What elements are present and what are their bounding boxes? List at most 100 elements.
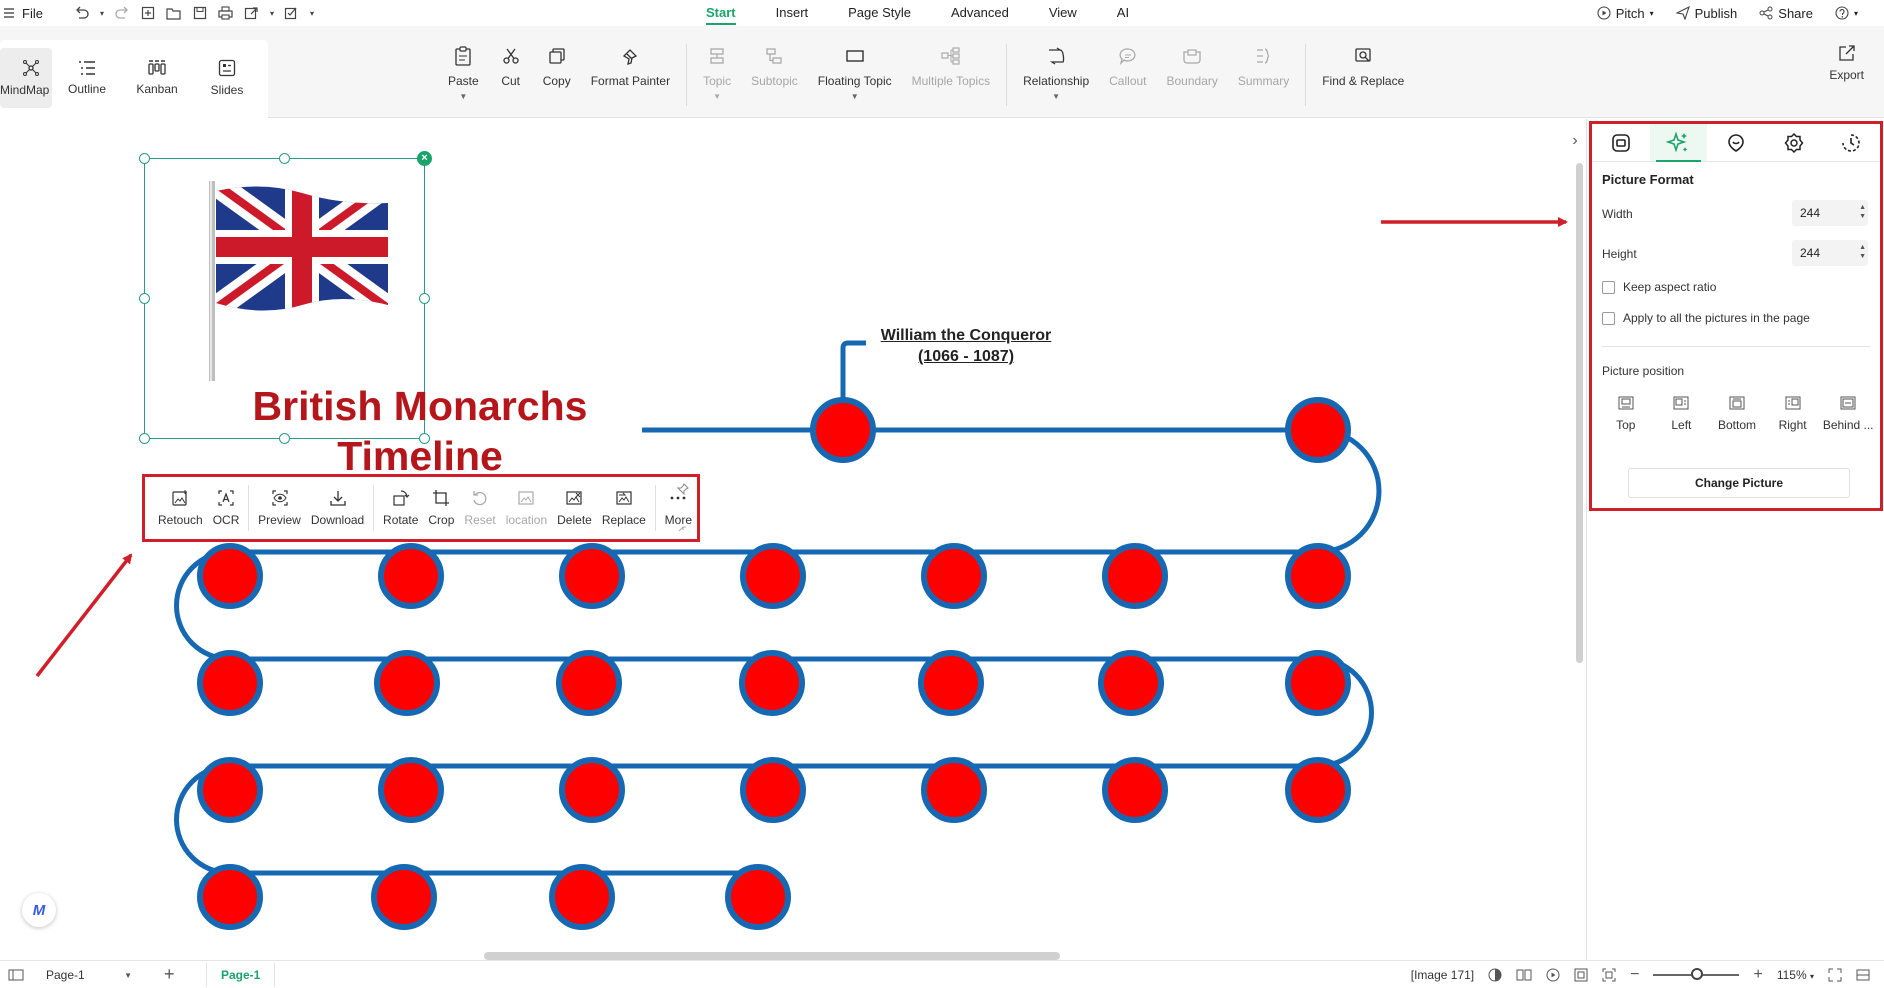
- callout-button[interactable]: Callout: [1099, 44, 1156, 88]
- timeline-node[interactable]: [918, 650, 984, 716]
- timeline-node[interactable]: [197, 650, 263, 716]
- timeline-node[interactable]: [371, 864, 437, 930]
- new-icon[interactable]: [137, 2, 159, 24]
- rotate-button[interactable]: Rotate: [378, 489, 423, 527]
- copy-button[interactable]: Copy: [533, 44, 581, 88]
- width-stepper-icon[interactable]: ▲ ▼: [1859, 203, 1866, 221]
- timeline-node[interactable]: [810, 397, 876, 463]
- keep-aspect-checkbox-box[interactable]: [1602, 280, 1615, 294]
- position-behind-button[interactable]: Behind ...: [1820, 396, 1876, 432]
- timeline-node[interactable]: [740, 543, 806, 609]
- timeline-node[interactable]: [197, 757, 263, 823]
- view-mindmap-button[interactable]: MindMap: [0, 48, 52, 108]
- pin-icon[interactable]: [677, 483, 689, 495]
- cut-button[interactable]: Cut: [489, 44, 533, 88]
- timeline-node[interactable]: [740, 757, 806, 823]
- timeline-node[interactable]: [1098, 650, 1164, 716]
- export-quick-icon[interactable]: [241, 2, 263, 24]
- book-view-icon[interactable]: [1516, 968, 1532, 982]
- timeline-node[interactable]: [1102, 757, 1168, 823]
- width-input[interactable]: 244 ▲ ▼: [1792, 200, 1868, 226]
- floating-topic-dropdown-icon[interactable]: ▼: [851, 93, 859, 101]
- preview-button[interactable]: Preview: [253, 489, 306, 527]
- resize-handle-w[interactable]: [139, 293, 150, 304]
- timeline-node[interactable]: [378, 757, 444, 823]
- task-icon[interactable]: [281, 2, 303, 24]
- timeline-node[interactable]: [921, 543, 987, 609]
- delete-button[interactable]: Delete: [552, 489, 597, 527]
- relationship-dropdown-icon[interactable]: ▼: [1052, 93, 1060, 101]
- format-painter-button[interactable]: Format Painter: [581, 44, 680, 88]
- william-the-conqueror-label[interactable]: William the Conqueror (1066 - 1087): [858, 325, 1074, 367]
- help-button[interactable]: ▾: [1835, 6, 1858, 20]
- export-button[interactable]: Export: [1829, 44, 1864, 82]
- floating-topic-button[interactable]: Floating Topic ▼: [808, 44, 902, 101]
- mindmap-canvas[interactable]: × British Monarchs Timeline William the …: [0, 119, 1586, 960]
- tab-advanced[interactable]: Advanced: [931, 0, 1029, 26]
- replace-button[interactable]: Replace: [597, 489, 651, 527]
- publish-button[interactable]: Publish: [1675, 6, 1737, 21]
- change-picture-button[interactable]: Change Picture: [1628, 468, 1850, 498]
- multiple-topics-button[interactable]: Multiple Topics: [902, 44, 1000, 88]
- timeline-node[interactable]: [549, 864, 615, 930]
- apply-all-checkbox[interactable]: Apply to all the pictures in the page: [1602, 311, 1810, 325]
- fullscreen-icon[interactable]: [1828, 968, 1842, 982]
- summary-button[interactable]: Summary: [1228, 44, 1299, 88]
- reset-button[interactable]: Reset: [459, 489, 500, 527]
- view-slides-button[interactable]: Slides: [192, 48, 262, 108]
- paste-button[interactable]: Paste ▼: [438, 44, 489, 101]
- timeline-node[interactable]: [921, 757, 987, 823]
- pitch-button[interactable]: Pitch ▾: [1597, 6, 1654, 21]
- theme-toggle-icon[interactable]: [1488, 968, 1502, 982]
- tab-style[interactable]: [1592, 124, 1650, 161]
- location-button[interactable]: location: [501, 489, 552, 527]
- fit-screen-icon[interactable]: [1602, 968, 1616, 982]
- crop-button[interactable]: Crop: [423, 489, 459, 527]
- find-replace-button[interactable]: Find & Replace: [1312, 44, 1414, 88]
- zoom-out-icon[interactable]: −: [1630, 966, 1639, 984]
- position-top-button[interactable]: Top: [1598, 396, 1654, 432]
- paste-dropdown-icon[interactable]: ▼: [459, 93, 467, 101]
- split-view-icon[interactable]: [1856, 968, 1870, 982]
- timeline-node[interactable]: [556, 650, 622, 716]
- position-bottom-button[interactable]: Bottom: [1709, 396, 1765, 432]
- tab-history[interactable]: [1822, 124, 1880, 161]
- zoom-in-icon[interactable]: +: [1753, 966, 1762, 984]
- page-select[interactable]: Page-1 ▼: [38, 965, 138, 985]
- vertical-scrollbar[interactable]: [1576, 163, 1583, 663]
- relationship-button[interactable]: Relationship ▼: [1013, 44, 1099, 101]
- resize-handle-n[interactable]: [279, 153, 290, 164]
- view-kanban-button[interactable]: Kanban: [122, 48, 192, 108]
- print-icon[interactable]: [215, 2, 237, 24]
- file-menu[interactable]: File: [4, 6, 43, 21]
- timeline-node[interactable]: [378, 543, 444, 609]
- tab-start[interactable]: Start: [686, 0, 756, 26]
- resize-handle-sw[interactable]: [139, 433, 150, 444]
- export-dropdown-icon[interactable]: ▾: [267, 2, 277, 24]
- add-page-icon[interactable]: +: [164, 964, 175, 985]
- ai-assistant-icon[interactable]: M: [22, 893, 56, 927]
- zoom-level[interactable]: 115% ▾: [1777, 968, 1814, 982]
- tab-view[interactable]: View: [1029, 0, 1097, 26]
- page-panel-icon[interactable]: [8, 969, 24, 981]
- timeline-node[interactable]: [1285, 397, 1351, 463]
- timeline-node[interactable]: [1285, 650, 1351, 716]
- close-selection-icon[interactable]: ×: [417, 151, 432, 166]
- ocr-button[interactable]: OCR: [208, 489, 245, 527]
- height-input[interactable]: 244 ▲ ▼: [1792, 240, 1868, 266]
- tab-insert[interactable]: Insert: [756, 0, 829, 26]
- tab-ai[interactable]: AI: [1097, 0, 1149, 26]
- horizontal-scrollbar[interactable]: [484, 952, 1060, 960]
- tab-theme[interactable]: [1765, 124, 1823, 161]
- save-icon[interactable]: [189, 2, 211, 24]
- position-right-button[interactable]: Right: [1765, 396, 1821, 432]
- timeline-title[interactable]: British Monarchs Timeline: [220, 381, 620, 481]
- undo-icon[interactable]: [71, 2, 93, 24]
- page-tab-1[interactable]: Page-1: [206, 963, 276, 987]
- tab-icons[interactable]: [1707, 124, 1765, 161]
- timeline-node[interactable]: [1102, 543, 1168, 609]
- timeline-node[interactable]: [197, 543, 263, 609]
- height-stepper-icon[interactable]: ▲ ▼: [1859, 243, 1866, 261]
- resize-handle-e[interactable]: [419, 293, 430, 304]
- apply-all-checkbox-box[interactable]: [1602, 311, 1615, 325]
